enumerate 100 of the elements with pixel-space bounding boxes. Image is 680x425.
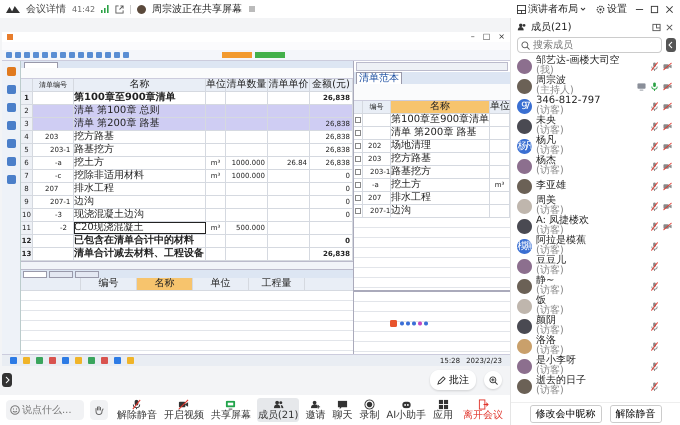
member-row[interactable]: 饭 (访客) (511, 296, 680, 316)
mic-muted-icon[interactable] (650, 182, 659, 190)
expand-icon[interactable] (2, 373, 12, 387)
member-row[interactable]: 未央 (访客) (511, 116, 680, 136)
panel-button[interactable]: 修改会中昵称 (530, 405, 602, 423)
checkbox[interactable] (355, 143, 361, 149)
hand-icon (94, 405, 104, 415)
zoom-button[interactable] (484, 371, 502, 389)
camera-off-icon[interactable] (663, 62, 672, 70)
close-icon[interactable] (665, 22, 674, 32)
checkbox[interactable] (355, 195, 361, 201)
annotate-button[interactable]: 批注 (430, 370, 476, 390)
toolbar-button[interactable]: 应用 (432, 398, 454, 422)
panel-tab[interactable] (49, 271, 73, 278)
meeting-info-link[interactable]: 会议详情 (26, 2, 66, 16)
raise-hand-button[interactable] (90, 400, 108, 420)
document-tab[interactable] (24, 62, 58, 68)
toolbar-button[interactable]: 邀请 (304, 398, 326, 422)
mic-muted-icon[interactable] (650, 362, 659, 370)
member-role: (访客) (536, 386, 565, 396)
share-out-icon[interactable] (115, 4, 124, 14)
member-row[interactable]: 静~ (访客) (511, 276, 680, 296)
settings-button[interactable]: 设置 (594, 2, 629, 16)
mic-muted-icon[interactable] (650, 122, 659, 130)
toolbar-button[interactable]: 共享屏幕 (210, 398, 252, 422)
chat-input[interactable]: 说点什么... (6, 400, 84, 420)
checkbox[interactable] (355, 130, 361, 136)
checkbox[interactable] (355, 182, 361, 188)
camera-off-icon[interactable] (663, 82, 672, 90)
list-icon[interactable] (248, 5, 256, 13)
member-row[interactable]: 周宗波 (主持人) (511, 76, 680, 96)
member-row[interactable]: 邹艺达-画楼大司空 (我) (511, 56, 680, 76)
camera-off-icon[interactable] (663, 182, 672, 190)
mic-muted-icon[interactable] (650, 162, 659, 170)
sharing-notice: 周宗波正在共享屏幕 (152, 2, 242, 16)
column-header: 名称 (137, 278, 193, 290)
avatar-icon (517, 378, 532, 394)
panel-tab[interactable] (23, 271, 47, 278)
toolbar-button[interactable]: 聊天 (331, 398, 354, 422)
table-cell: 路基挖方 (391, 166, 490, 178)
layout-icon (517, 4, 526, 14)
screen-share-icon (225, 399, 236, 410)
member-row[interactable]: 是小李呀 (访客) (511, 356, 680, 376)
panel-tab[interactable] (75, 271, 99, 278)
avatar-icon (517, 358, 532, 374)
member-role: (访客) (536, 346, 564, 356)
mic-muted-icon[interactable] (650, 62, 659, 70)
mic-muted-icon[interactable] (650, 282, 659, 290)
pop-out-icon[interactable] (652, 22, 661, 32)
checkbox[interactable] (355, 169, 361, 175)
search-field[interactable]: 搜索成员 (517, 37, 662, 53)
member-row[interactable]: 周美 (访客) (511, 196, 680, 216)
member-row[interactable]: 逝去的日子 (访客) (511, 376, 680, 396)
signal-icon (101, 5, 110, 13)
checkbox[interactable] (355, 156, 361, 162)
checkbox[interactable] (355, 208, 361, 214)
toolbar-button[interactable]: 开启视频 (162, 398, 205, 422)
member-row[interactable]: 李亚雄 (511, 176, 680, 196)
toolbar-button[interactable]: 录制 (358, 398, 380, 422)
camera-off-icon[interactable] (663, 222, 672, 230)
panel-button[interactable]: 解除静音 (610, 405, 662, 423)
mic-muted-icon[interactable] (650, 382, 659, 390)
checkbox[interactable] (355, 117, 361, 123)
camera-off-icon[interactable] (663, 122, 672, 130)
mic-muted-icon[interactable] (650, 342, 659, 350)
layout-button[interactable]: 演讲者布局 (515, 2, 588, 16)
window-control[interactable]: – (470, 32, 475, 42)
mic-muted-icon[interactable] (650, 262, 659, 270)
member-row[interactable]: 洛洛 (访客) (511, 336, 680, 356)
member-row[interactable]: 颜阴 (访客) (511, 316, 680, 336)
toolbar-button[interactable]: AI小助手 (385, 398, 428, 422)
dropdown-field[interactable] (356, 62, 508, 71)
members-icon (272, 399, 284, 410)
camera-off-icon[interactable] (663, 162, 672, 170)
library-tab[interactable]: 清单范本 (356, 72, 402, 84)
window-control[interactable]: □ (482, 32, 490, 42)
mic-muted-icon[interactable] (650, 102, 659, 110)
member-row[interactable]: 豆豆儿 (访客) (511, 256, 680, 276)
close-icon[interactable] (665, 4, 674, 14)
mic-icon[interactable] (650, 82, 659, 90)
mic-muted-icon[interactable] (650, 322, 659, 330)
mic-muted-icon[interactable] (650, 242, 659, 250)
camera-off-icon[interactable] (663, 102, 672, 110)
leave-meeting-button[interactable]: 离开会议 (462, 398, 504, 422)
toolbar-button[interactable]: 成员(21) (256, 398, 300, 422)
camera-off-icon[interactable] (663, 202, 672, 210)
member-row[interactable]: A: 凤捷楼欢 (访客) (511, 216, 680, 236)
column-header: 单位 (206, 79, 226, 91)
maximize-icon[interactable] (650, 4, 659, 14)
window-control[interactable]: × (498, 32, 505, 42)
toolbar-button[interactable]: 解除静音 (116, 398, 158, 422)
mic-muted-icon[interactable] (650, 142, 659, 150)
member-row[interactable]: 杨杰 (访客) (511, 156, 680, 176)
mic-muted-icon[interactable] (650, 202, 659, 210)
mic-muted-icon[interactable] (650, 222, 659, 230)
table-cell: 挖除非适用材料 (74, 170, 206, 182)
collapse-icon[interactable] (666, 38, 676, 52)
camera-off-icon[interactable] (663, 142, 672, 150)
mic-muted-icon[interactable] (650, 302, 659, 310)
table-cell: 排水工程 (391, 192, 490, 204)
